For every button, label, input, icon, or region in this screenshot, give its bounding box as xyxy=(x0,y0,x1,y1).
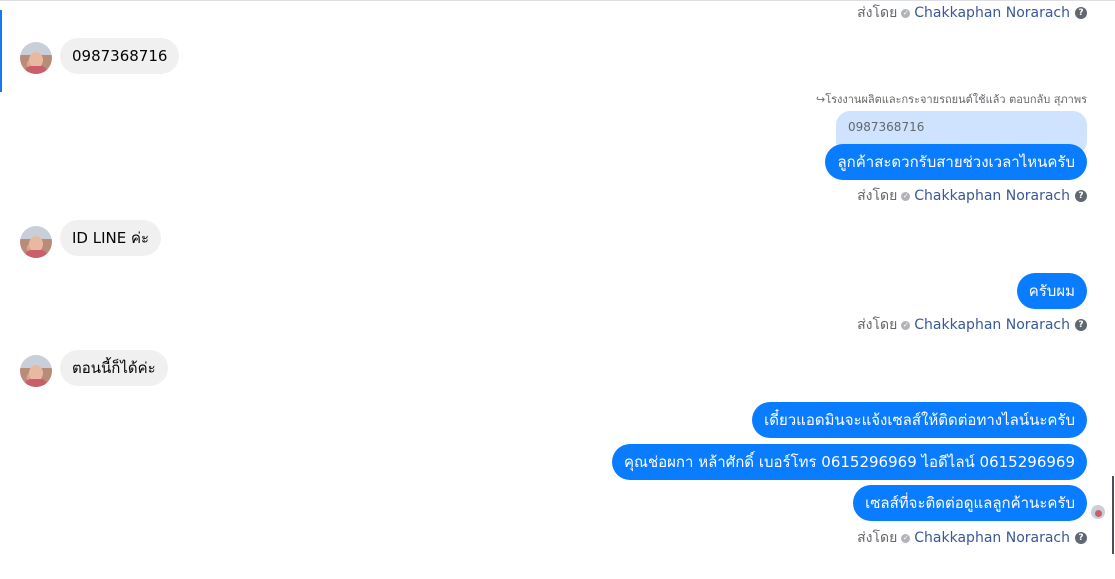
sent-by-line: ส่งโดย ✓ Chakkaphan Norarach ? xyxy=(857,317,1087,333)
scrollbar[interactable] xyxy=(1112,476,1114,554)
sent-by-label: ส่งโดย xyxy=(857,188,898,204)
seen-indicator-avatar xyxy=(1091,505,1105,519)
outgoing-message[interactable]: เซลส์ที่จะติดต่อดูแลลูกค้านะครับ xyxy=(853,485,1087,521)
conversation-indicator xyxy=(0,10,2,92)
check-circle-icon: ✓ xyxy=(901,320,911,330)
sent-by-line: ส่งโดย ✓ Chakkaphan Norarach ? xyxy=(857,5,1087,21)
outgoing-message[interactable]: คุณช่อผกา หล้าศักดิ์ เบอร์โทร 0615296969… xyxy=(612,444,1087,480)
top-divider xyxy=(0,0,1115,1)
sent-by-line: ส่งโดย ✓ Chakkaphan Norarach ? xyxy=(857,530,1087,546)
check-circle-icon: ✓ xyxy=(901,8,911,18)
reply-note: ↪โรงงานผลิตและกระจายรถยนต์ใช้แล้ว ตอบกลั… xyxy=(815,93,1087,106)
avatar[interactable] xyxy=(20,42,52,74)
outgoing-message[interactable]: เดี๋ยวแอดมินจะแจ้งเซลส์ให้ติดต่อทางไลน์น… xyxy=(752,402,1087,438)
question-circle-icon[interactable]: ? xyxy=(1075,319,1087,331)
question-circle-icon[interactable]: ? xyxy=(1075,7,1087,19)
sender-name-link[interactable]: Chakkaphan Norarach xyxy=(914,530,1070,546)
incoming-message[interactable]: ID LINE ค่ะ xyxy=(60,220,162,256)
avatar[interactable] xyxy=(20,355,52,387)
question-circle-icon[interactable]: ? xyxy=(1075,532,1087,544)
sender-name-link[interactable]: Chakkaphan Norarach xyxy=(914,5,1070,21)
check-circle-icon: ✓ xyxy=(901,191,911,201)
sent-by-label: ส่งโดย xyxy=(857,317,898,333)
outgoing-message[interactable]: ลูกค้าสะดวกรับสายช่วงเวลาไหนครับ xyxy=(825,144,1087,180)
sent-by-label: ส่งโดย xyxy=(857,5,898,21)
incoming-message[interactable]: ตอนนี้ก็ได้ค่ะ xyxy=(60,350,168,386)
sent-by-line: ส่งโดย ✓ Chakkaphan Norarach ? xyxy=(857,188,1087,204)
question-circle-icon[interactable]: ? xyxy=(1075,190,1087,202)
sender-name-link[interactable]: Chakkaphan Norarach xyxy=(914,188,1070,204)
check-circle-icon: ✓ xyxy=(901,533,911,543)
incoming-message[interactable]: 0987368716 xyxy=(60,38,180,74)
sent-by-label: ส่งโดย xyxy=(857,530,898,546)
outgoing-message[interactable]: ครับผม xyxy=(1016,273,1087,309)
sender-name-link[interactable]: Chakkaphan Norarach xyxy=(914,317,1070,333)
avatar[interactable] xyxy=(20,226,52,258)
